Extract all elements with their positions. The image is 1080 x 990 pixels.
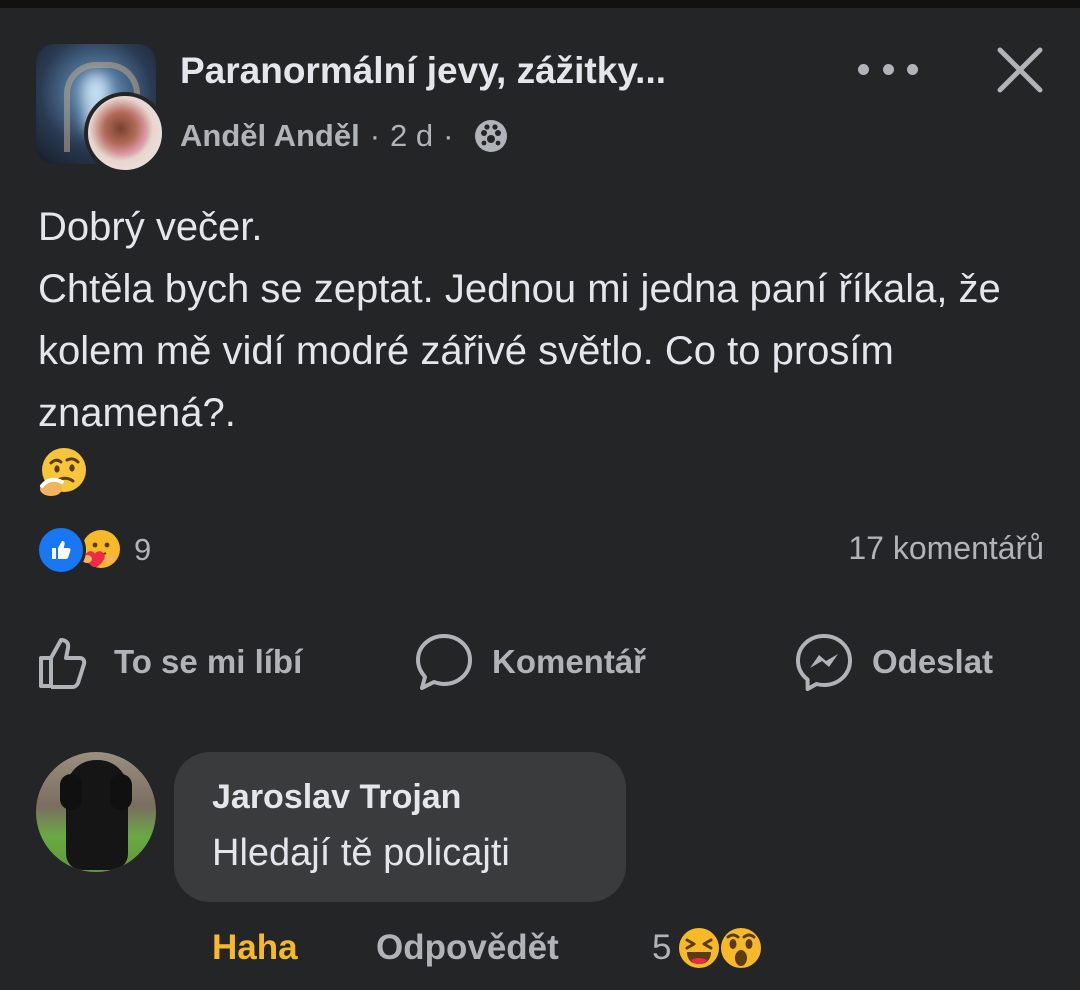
comment-icon: [416, 634, 472, 690]
commenter-avatar-ear: [110, 774, 132, 810]
post-line: Dobrý večer.: [38, 205, 263, 249]
post-meta: Anděl Anděl · 2 d ·: [180, 114, 509, 158]
thinking-face-icon: [40, 448, 86, 496]
comment-count[interactable]: 17 komentářů: [848, 530, 1044, 567]
post-time[interactable]: 2 d: [390, 118, 433, 154]
comment-button-label: Komentář: [492, 643, 647, 680]
reaction-summary[interactable]: 9: [36, 525, 152, 575]
meta-separator: ·: [369, 118, 381, 153]
share-button[interactable]: Odeslat: [794, 630, 993, 694]
status-strip: [0, 0, 1080, 8]
comment-reactions[interactable]: 5: [652, 920, 765, 976]
comment-text: Hledají tě policajti: [212, 832, 510, 874]
comment-button[interactable]: Komentář: [414, 630, 646, 694]
dot: [882, 63, 894, 75]
author-avatar-photo: [102, 110, 148, 156]
reaction-count: 9: [134, 532, 152, 567]
comment-reaction-count: 5: [652, 928, 672, 967]
dot: [858, 63, 869, 75]
like-button[interactable]: To se mi líbí: [36, 630, 302, 694]
group-audience-icon[interactable]: [473, 118, 509, 154]
like-button-label: To se mi líbí: [114, 643, 303, 680]
meta-separator: ·: [443, 118, 454, 153]
author-avatar[interactable]: [84, 92, 166, 174]
comment-author[interactable]: Jaroslav Trojan: [212, 778, 461, 817]
messenger-icon: [796, 634, 852, 691]
wow-reaction-icon: [719, 926, 764, 970]
comment-bubble[interactable]: Jaroslav Trojan Hledají tě policajti: [174, 752, 626, 902]
post-line: Chtěla bych se zeptat. Jednou mi jedna p…: [38, 267, 1001, 435]
like-icon: [39, 638, 87, 689]
share-button-label: Odeslat: [872, 643, 994, 680]
post-author[interactable]: Anděl Anděl: [180, 118, 360, 154]
group-name[interactable]: Paranormální jevy, zážitky...: [180, 50, 666, 92]
haha-reaction-icon: [677, 926, 722, 970]
commenter-avatar[interactable]: [36, 752, 156, 872]
post-text: Dobrý večer. Chtěla bych se zeptat. Jedn…: [38, 196, 1048, 444]
comment-haha-button[interactable]: Haha: [212, 920, 298, 976]
more-dots-icon[interactable]: [858, 52, 918, 86]
comment-reply-button[interactable]: Odpovědět: [376, 920, 559, 976]
dot: [907, 63, 918, 75]
close-icon[interactable]: [994, 44, 1046, 96]
like-reaction-icon: [36, 525, 86, 575]
commenter-avatar-ear: [60, 774, 82, 810]
